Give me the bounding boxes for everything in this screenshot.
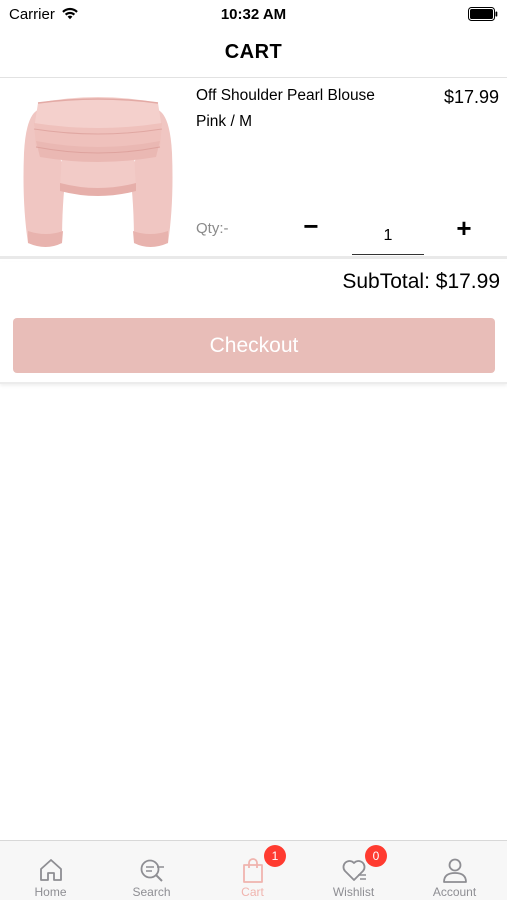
tab-label-account: Account (432, 885, 477, 899)
heart-icon (342, 860, 366, 881)
page-title: CART (224, 41, 283, 63)
tab-search[interactable]: Search (101, 841, 202, 900)
product-price: $17.99 (443, 87, 499, 107)
decrease-quantity-button[interactable]: − (296, 211, 326, 241)
tab-wishlist[interactable]: 0 Wishlist (303, 841, 404, 900)
bag-icon (243, 858, 263, 883)
tab-label-search: Search (132, 885, 171, 899)
tab-home[interactable]: Home (0, 841, 101, 900)
battery-icon (468, 7, 498, 21)
tab-bar: Home Search 1 Cart 0 Wishlist Account (0, 840, 507, 900)
search-icon (140, 859, 164, 882)
subtotal-text: SubTotal: $17.99 (342, 270, 500, 293)
tab-label-cart: Cart (241, 885, 264, 899)
tab-account[interactable]: Account (404, 841, 505, 900)
product-image[interactable] (22, 93, 174, 253)
cart-count-badge: 1 (264, 845, 286, 867)
order-summary: SubTotal: $17.99 Checkout (0, 262, 507, 384)
quantity-label: Qty:- (196, 220, 229, 237)
status-bar: Carrier 10:32 AM (0, 0, 507, 30)
checkout-button[interactable]: Checkout (13, 318, 495, 373)
tab-cart[interactable]: 1 Cart (202, 841, 303, 900)
status-time: 10:32 AM (220, 6, 287, 23)
home-icon (40, 859, 62, 881)
tab-label-wishlist: Wishlist (332, 885, 375, 899)
increase-quantity-button[interactable]: + (449, 213, 479, 243)
quantity-field[interactable]: 1 (352, 221, 424, 255)
tab-label-home: Home (34, 885, 67, 899)
cart-item: Off Shoulder Pearl Blouse Pink / M $17.9… (0, 79, 507, 259)
product-variant: Pink / M (196, 113, 252, 130)
cart-screen: Carrier 10:32 AM CART Off Shoulder Pearl… (0, 0, 507, 900)
product-name: Off Shoulder Pearl Blouse (196, 87, 375, 104)
navigation-bar: CART (0, 30, 507, 78)
person-icon (443, 858, 467, 883)
wishlist-count-badge: 0 (365, 845, 387, 867)
